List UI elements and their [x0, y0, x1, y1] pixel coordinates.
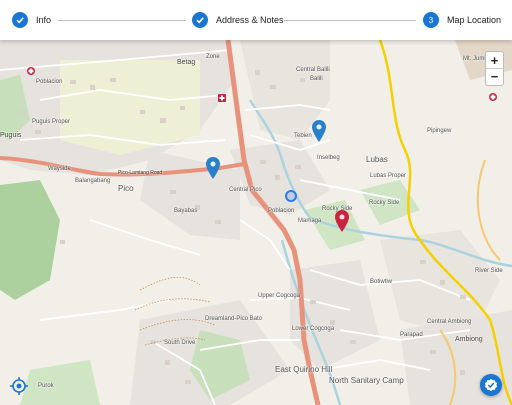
map-label: Puguis [0, 132, 22, 139]
map-label: Upper Cogcoga [258, 293, 301, 299]
map-label: Purok [38, 383, 54, 389]
map[interactable]: Betag Zone Central Balili Balili Poblaci… [0, 40, 512, 405]
zoom-out-button[interactable]: − [486, 68, 503, 84]
map-label: Wayside [48, 166, 71, 172]
map-label: Central Balili [296, 67, 330, 73]
map-label: Zone [206, 54, 220, 60]
map-label: East Quirino Hill [275, 365, 333, 374]
map-label: Rocky Side [369, 200, 400, 206]
map-label: Dreamland-Pico Bato [205, 316, 263, 322]
map-label: Balangabang [75, 178, 111, 184]
map-label: Central Ambiong [427, 319, 472, 325]
step-label: Info [36, 15, 52, 25]
map-label: Central Pico [229, 187, 262, 193]
locate-icon[interactable] [9, 376, 29, 396]
map-pin-red-icon[interactable] [335, 210, 349, 232]
step-connector [284, 20, 416, 21]
step-number-badge: 3 [423, 12, 439, 28]
map-label: Lubas Proper [370, 173, 407, 179]
zoom-control: + − [485, 51, 504, 86]
map-label: Tebien [294, 133, 312, 139]
zoom-in-button[interactable]: + [486, 52, 503, 68]
map-label: Pico [118, 184, 134, 193]
step-number: 3 [428, 15, 434, 25]
map-label: River Side [475, 268, 503, 274]
step-label: Map Location [447, 15, 502, 25]
map-label: Lower Cogcoga [292, 326, 335, 332]
check-icon [12, 12, 28, 28]
check-icon [192, 12, 208, 28]
map-label: Inselbeg [317, 155, 340, 161]
map-label: Balili [310, 76, 323, 82]
map-label: Bayabas [174, 208, 198, 214]
map-pin-blue-icon[interactable] [206, 157, 220, 179]
map-label: Poblacion [36, 79, 63, 85]
map-label: Ambiong [455, 336, 483, 343]
map-label: Pipingew [427, 128, 452, 134]
map-label: Betag [177, 59, 196, 66]
map-label: Botiwtiw [370, 279, 393, 285]
stepper: Info Address & Notes 3 Map Location [0, 0, 512, 40]
map-label: Mamaga [298, 218, 322, 224]
map-label: North Sanitary Camp [329, 376, 404, 385]
map-label: South Drive [164, 340, 196, 346]
step-info[interactable]: Info [12, 11, 51, 29]
map-tiles [0, 40, 512, 405]
map-label: Pico-Lamtang Road [118, 170, 163, 176]
map-label: Lubas [366, 155, 388, 164]
step-connector [58, 20, 186, 21]
map-label: Poblacion [268, 208, 295, 214]
map-pin-blue-icon[interactable] [312, 120, 326, 142]
current-location-indicator [285, 190, 297, 202]
step-map-location[interactable]: 3 Map Location [423, 11, 501, 29]
map-label: Puguis Proper [32, 119, 71, 125]
map-label: Parapad [400, 332, 423, 338]
step-label: Address & Notes [216, 15, 284, 25]
step-address-notes[interactable]: Address & Notes [192, 11, 284, 29]
verified-check-icon [484, 378, 498, 392]
confirm-location-button[interactable] [480, 374, 502, 396]
